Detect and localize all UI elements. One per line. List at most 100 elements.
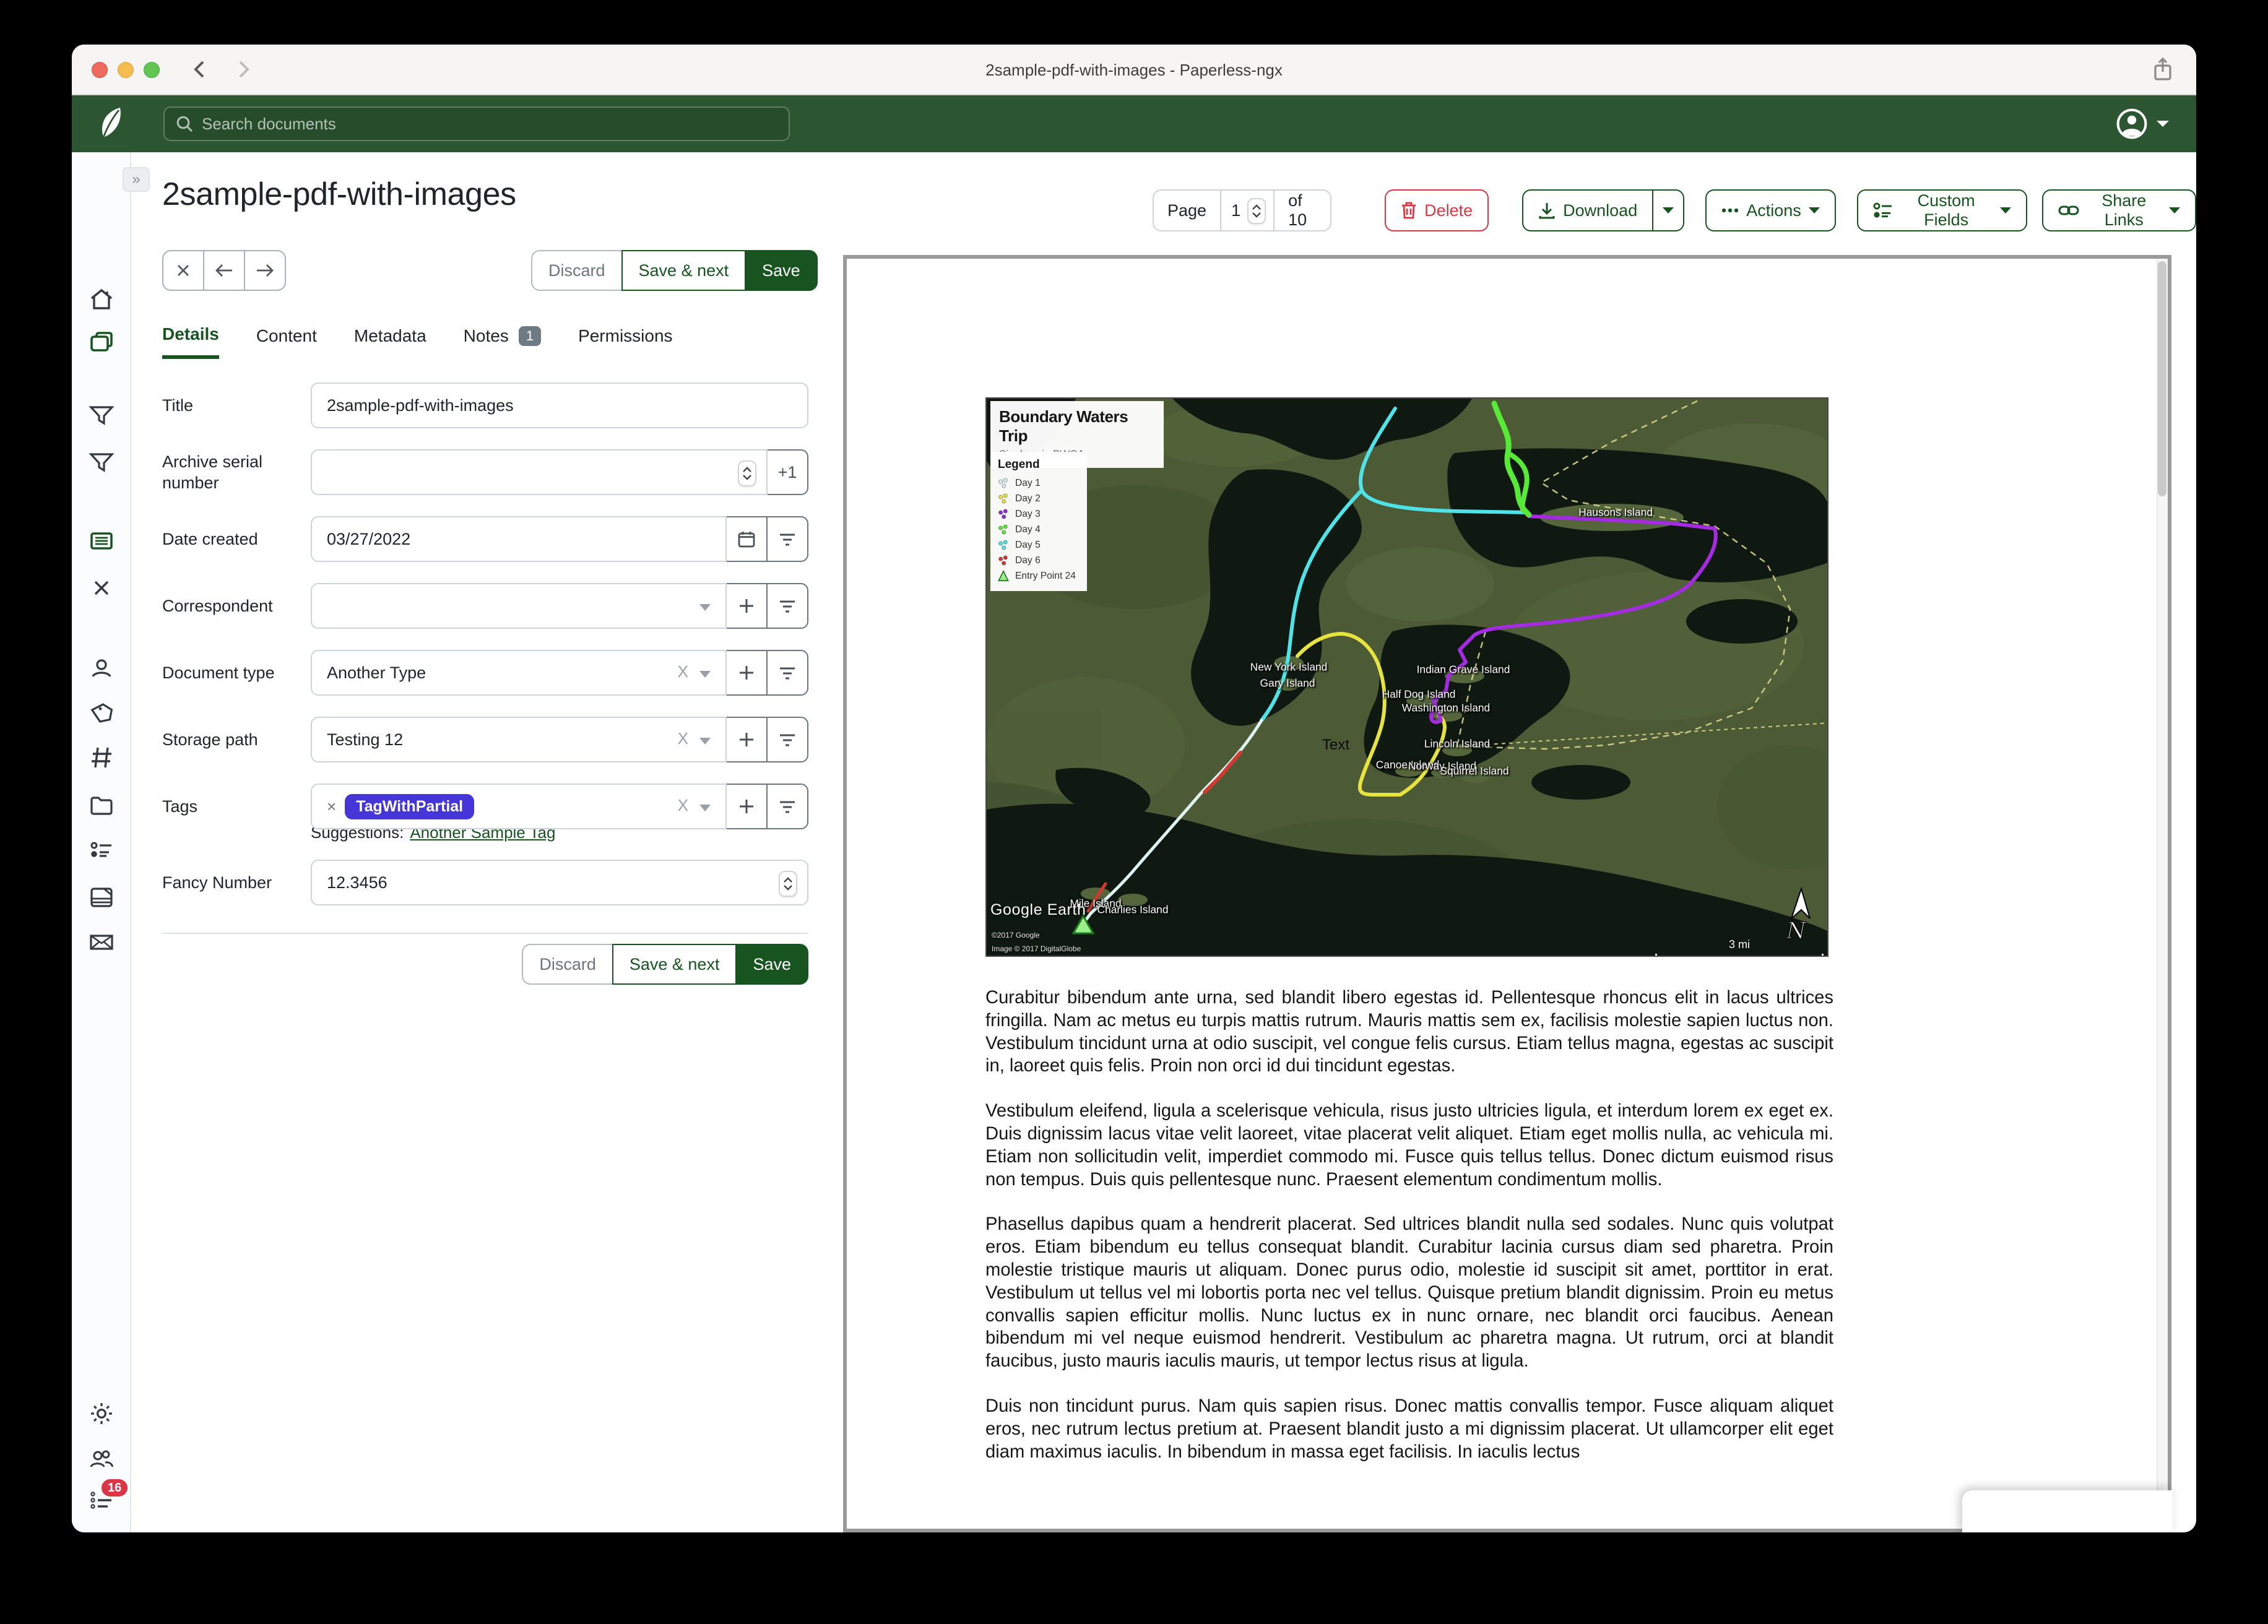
- sidebar-storage-paths-icon[interactable]: [88, 792, 115, 819]
- pdf-preview: Boundary Waters Trip Six days in BWCA Le…: [843, 255, 2171, 1532]
- next-document-button[interactable]: [244, 250, 286, 291]
- discard-button-bottom[interactable]: Discard: [522, 944, 613, 985]
- sidebar: 16: [72, 152, 131, 1532]
- plus-icon: [738, 665, 755, 681]
- tab-content[interactable]: Content: [256, 324, 317, 359]
- actions-button[interactable]: Actions: [1705, 189, 1836, 231]
- app-header: [72, 95, 2196, 152]
- tags-select[interactable]: × TagWithPartial X: [311, 784, 727, 829]
- date-suggestions-button[interactable]: [766, 516, 808, 562]
- add-correspondent-button[interactable]: [725, 583, 768, 629]
- sidebar-users-groups-icon[interactable]: [88, 1446, 115, 1473]
- tab-metadata[interactable]: Metadata: [354, 324, 426, 359]
- sidebar-correspondents-icon[interactable]: [88, 655, 115, 682]
- save-button[interactable]: Save: [745, 250, 818, 291]
- sidebar-tags-icon[interactable]: [88, 699, 115, 727]
- fancy-number-value: 12.3456: [327, 873, 387, 892]
- island-label: New York Island: [1250, 661, 1328, 674]
- sidebar-document-types-icon[interactable]: [88, 744, 115, 771]
- legend-item: Day 2: [998, 491, 1080, 506]
- save-and-next-button[interactable]: Save & next: [621, 250, 747, 291]
- document-type-select[interactable]: Another Type X: [311, 650, 727, 696]
- previous-document-button[interactable]: [203, 250, 245, 291]
- sidebar-expand-button[interactable]: »: [123, 167, 150, 192]
- paperless-leaf-logo[interactable]: [94, 105, 129, 142]
- legend-item-label: Entry Point 24: [1015, 571, 1076, 582]
- add-tag-button[interactable]: [725, 784, 768, 829]
- sidebar-saved-view-filter-2-icon[interactable]: [88, 449, 115, 477]
- tag-chip[interactable]: TagWithPartial: [345, 794, 474, 819]
- map-copyright-1: ©2017 Google: [992, 931, 1040, 939]
- form-divider: [162, 933, 808, 934]
- route-dots-icon: [998, 478, 1009, 489]
- page-stepper[interactable]: [1247, 198, 1266, 224]
- tab-details-label: Details: [162, 324, 219, 344]
- calendar-icon: [737, 530, 756, 548]
- tab-permissions[interactable]: Permissions: [578, 324, 672, 359]
- share-links-button[interactable]: Share Links: [2042, 189, 2196, 231]
- page-navigation: Page 1 of 10: [1153, 189, 1331, 231]
- app-window: 2sample-pdf-with-images - Paperless-ngx: [72, 45, 2196, 1532]
- custom-fields-button[interactable]: Custom Fields: [1857, 189, 2027, 231]
- storage-path-suggestions-button[interactable]: [766, 717, 808, 762]
- map-text-annotation: Text: [1322, 736, 1349, 754]
- correspondent-suggestions-button[interactable]: [766, 583, 808, 629]
- asn-stepper[interactable]: [738, 460, 756, 486]
- add-storage-path-button[interactable]: [725, 717, 768, 762]
- clear-icon[interactable]: X: [678, 796, 688, 815]
- storage-path-select[interactable]: Testing 12 X: [311, 717, 727, 762]
- remove-tag-icon[interactable]: ×: [327, 797, 336, 816]
- clear-icon[interactable]: X: [678, 662, 688, 681]
- fancy-number-stepper[interactable]: [779, 871, 797, 897]
- map-legend: Legend Day 1Day 2Day 3Day 4Day 5Day 6Ent…: [990, 452, 1087, 591]
- sidebar-item-home-icon[interactable]: [88, 286, 115, 313]
- fancy-number-input[interactable]: 12.3456: [311, 860, 808, 905]
- custom-fields-button-label: Custom Fields: [1900, 191, 1993, 230]
- document-type-suggestions-button[interactable]: [766, 650, 808, 696]
- route-dots-icon: [998, 493, 1009, 504]
- date-picker-button[interactable]: [725, 516, 768, 562]
- scrollbar-thumb[interactable]: [2158, 261, 2166, 496]
- search-input[interactable]: [202, 114, 777, 134]
- tab-notes[interactable]: Notes1: [464, 324, 541, 359]
- island-label: Half Dog Island: [1382, 688, 1456, 701]
- discard-button[interactable]: Discard: [531, 250, 623, 291]
- clear-icon[interactable]: X: [678, 729, 688, 748]
- save-and-next-button-bottom[interactable]: Save & next: [612, 944, 737, 985]
- sidebar-saved-view-filter-icon[interactable]: [88, 402, 115, 430]
- tags-suggestions-button[interactable]: [766, 784, 808, 829]
- tab-details[interactable]: Details: [162, 324, 219, 359]
- download-options-button[interactable]: [1652, 189, 1684, 231]
- date-created-input[interactable]: 03/27/2022: [311, 516, 727, 562]
- download-button[interactable]: Download: [1522, 189, 1653, 231]
- sidebar-open-document-icon[interactable]: [88, 527, 115, 555]
- sidebar-settings-gear-icon[interactable]: [88, 1400, 115, 1427]
- asn-increment-button[interactable]: +1: [766, 449, 808, 495]
- viewer-corner-panel: [1962, 1490, 2173, 1532]
- page-number-value: 1: [1231, 201, 1240, 220]
- sidebar-custom-fields-icon[interactable]: [88, 837, 115, 864]
- filter-lines-icon: [779, 798, 796, 814]
- storage-path-value: Testing 12: [327, 730, 403, 749]
- add-document-type-button[interactable]: [725, 650, 768, 696]
- map-scale-label: 3 mi: [1729, 938, 1750, 951]
- tab-notes-label: Notes: [464, 326, 509, 346]
- share-icon[interactable]: [2152, 57, 2174, 82]
- correspondent-select[interactable]: [311, 583, 727, 629]
- title-input[interactable]: 2sample-pdf-with-images: [311, 382, 808, 428]
- sidebar-close-all-icon[interactable]: [88, 574, 115, 602]
- page-number-input[interactable]: 1: [1220, 189, 1275, 231]
- delete-button[interactable]: Delete: [1385, 189, 1489, 231]
- asn-input[interactable]: [311, 449, 768, 495]
- user-menu-caret-icon: [2157, 121, 2169, 127]
- user-menu[interactable]: [2116, 108, 2169, 140]
- download-icon: [1538, 202, 1556, 219]
- sidebar-item-documents-icon[interactable]: [88, 329, 115, 356]
- preview-scrollbar[interactable]: [2157, 259, 2168, 1529]
- sidebar-mail-rules-icon[interactable]: [88, 928, 115, 956]
- sidebar-mail-accounts-icon[interactable]: [88, 884, 115, 911]
- save-button-bottom[interactable]: Save: [735, 944, 808, 985]
- satellite-map-image: [987, 399, 1829, 957]
- route-dots-icon: [998, 524, 1009, 535]
- close-document-button[interactable]: [162, 250, 204, 291]
